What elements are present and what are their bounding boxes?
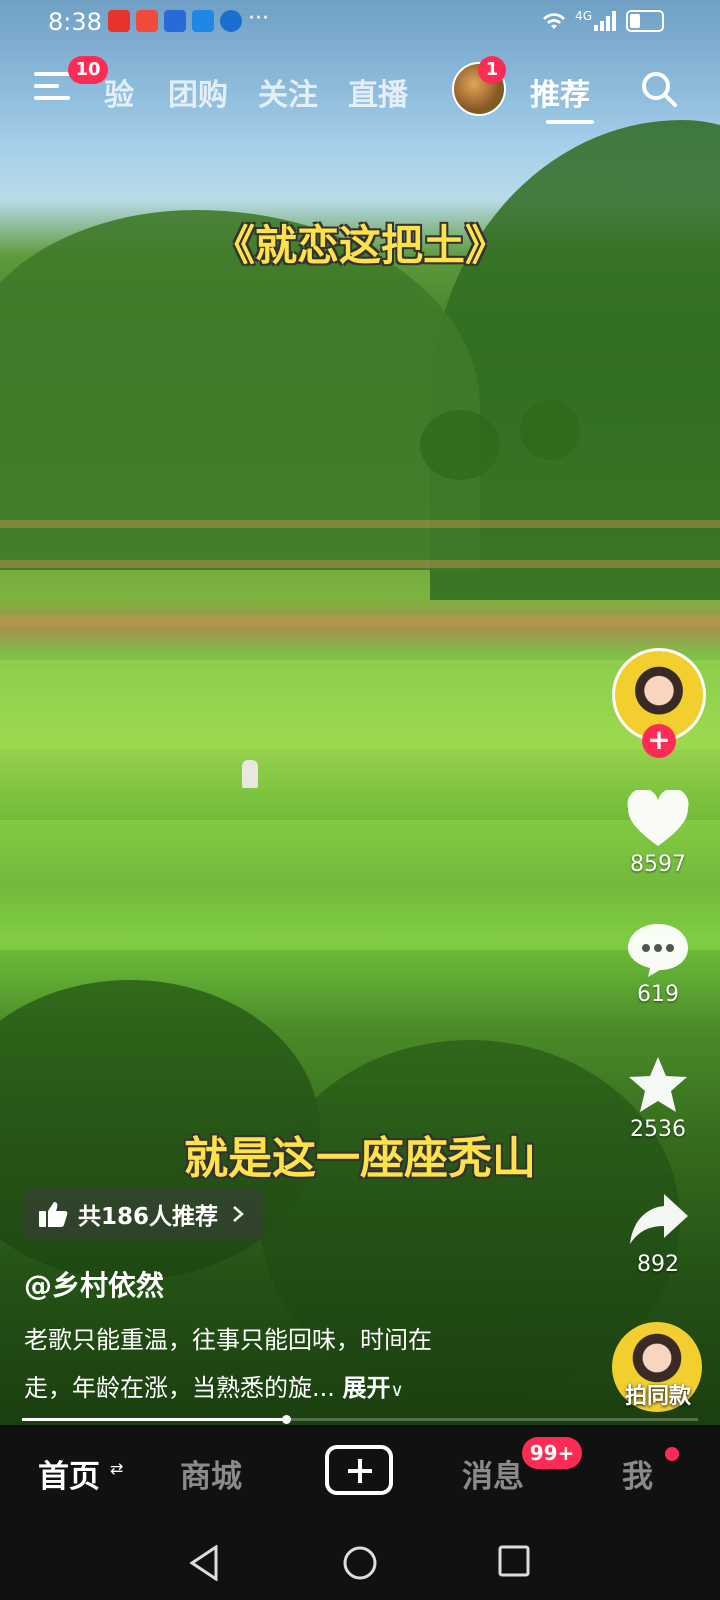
bottom-nav: 首页 ⇄ 商城 消息 99+ 我 (0, 1425, 720, 1525)
recommend-pill[interactable]: 共186人推荐 (24, 1188, 265, 1240)
video-description[interactable]: 老歌只能重温，往事只能回味，时间在 走，年龄在涨，当熟悉的旋... 展开∨ (24, 1316, 544, 1415)
recents-icon[interactable] (498, 1545, 530, 1581)
live-badge: 1 (478, 56, 506, 84)
menu-icon[interactable] (34, 72, 70, 102)
heart-icon (627, 788, 689, 846)
menu-badge: 10 (68, 56, 108, 84)
toutiao-app-icon (108, 10, 130, 32)
progress-fill (22, 1418, 286, 1421)
video-title-overlay: 《就恋这把土》 (212, 221, 507, 270)
chevron-down-icon: ∨ (390, 1380, 404, 1401)
recommend-count: 共186人推荐 (78, 1204, 219, 1230)
comment-button[interactable]: 619 (610, 920, 706, 1007)
video-progress-bar[interactable] (22, 1415, 698, 1424)
share-count: 892 (637, 1252, 679, 1277)
signal-icon (594, 11, 616, 31)
description-text: 走，年龄在涨，当熟悉的旋... (24, 1374, 343, 1402)
more-notifications-icon: ··· (248, 6, 269, 31)
shield-app-icon (164, 10, 186, 32)
nav-mall[interactable]: 商城 (180, 1451, 242, 1496)
notification-icons (108, 10, 242, 32)
network-type: 4G (575, 9, 592, 23)
share-icon (630, 1194, 688, 1244)
browser-app-icon (220, 10, 242, 32)
share-button[interactable]: 892 (610, 1190, 706, 1277)
description-line-2: 走，年龄在涨，当熟悉的旋... 展开∨ (24, 1364, 544, 1415)
huawei-app-icon (136, 10, 158, 32)
tab-live[interactable]: 直播 (348, 70, 408, 114)
like-count: 8597 (630, 852, 686, 877)
top-nav: 10 验 团购 关注 直播 1 推荐 (0, 56, 720, 126)
battery-icon (626, 10, 664, 32)
description-line: 老歌只能重温，往事只能回味，时间在 (24, 1326, 432, 1354)
thumbs-up-icon (39, 1202, 68, 1227)
favorite-button[interactable]: 2536 (610, 1055, 706, 1142)
tab-following[interactable]: 关注 (258, 70, 318, 114)
comment-count: 619 (637, 982, 679, 1007)
status-bar: 8:38 ··· 4G (0, 0, 720, 46)
follow-button[interactable]: + (642, 724, 676, 758)
back-icon[interactable] (188, 1544, 220, 1585)
progress-handle[interactable] (281, 1415, 291, 1424)
tab-experience[interactable]: 验 (104, 70, 134, 114)
chevron-right-icon (233, 1206, 244, 1222)
me-notification-dot (665, 1447, 679, 1461)
nav-messages[interactable]: 消息 (462, 1451, 524, 1496)
home-icon[interactable] (342, 1545, 378, 1585)
tab-recommend[interactable]: 推荐 (530, 70, 590, 114)
comment-icon (628, 924, 688, 977)
author-name[interactable]: @乡村依然 (24, 1264, 164, 1304)
active-tab-indicator (546, 120, 594, 124)
create-button[interactable] (325, 1445, 393, 1495)
system-nav-bar (0, 1525, 720, 1600)
expand-link[interactable]: 展开 (343, 1374, 391, 1402)
messages-badge: 99+ (522, 1437, 582, 1469)
status-time: 8:38 (48, 8, 102, 36)
like-button[interactable]: 8597 (610, 788, 706, 877)
weather-app-icon (192, 10, 214, 32)
tab-group-buy[interactable]: 团购 (168, 70, 228, 114)
wifi-icon (543, 13, 566, 29)
nav-home[interactable]: 首页 (38, 1451, 100, 1496)
nav-me[interactable]: 我 (622, 1451, 653, 1496)
search-icon[interactable] (640, 70, 678, 108)
switch-icon: ⇄ (110, 1459, 124, 1478)
status-right: 4G (541, 9, 664, 32)
favorite-count: 2536 (630, 1117, 686, 1142)
same-style-label[interactable]: 拍同款 (598, 1378, 718, 1410)
star-icon (629, 1057, 687, 1112)
